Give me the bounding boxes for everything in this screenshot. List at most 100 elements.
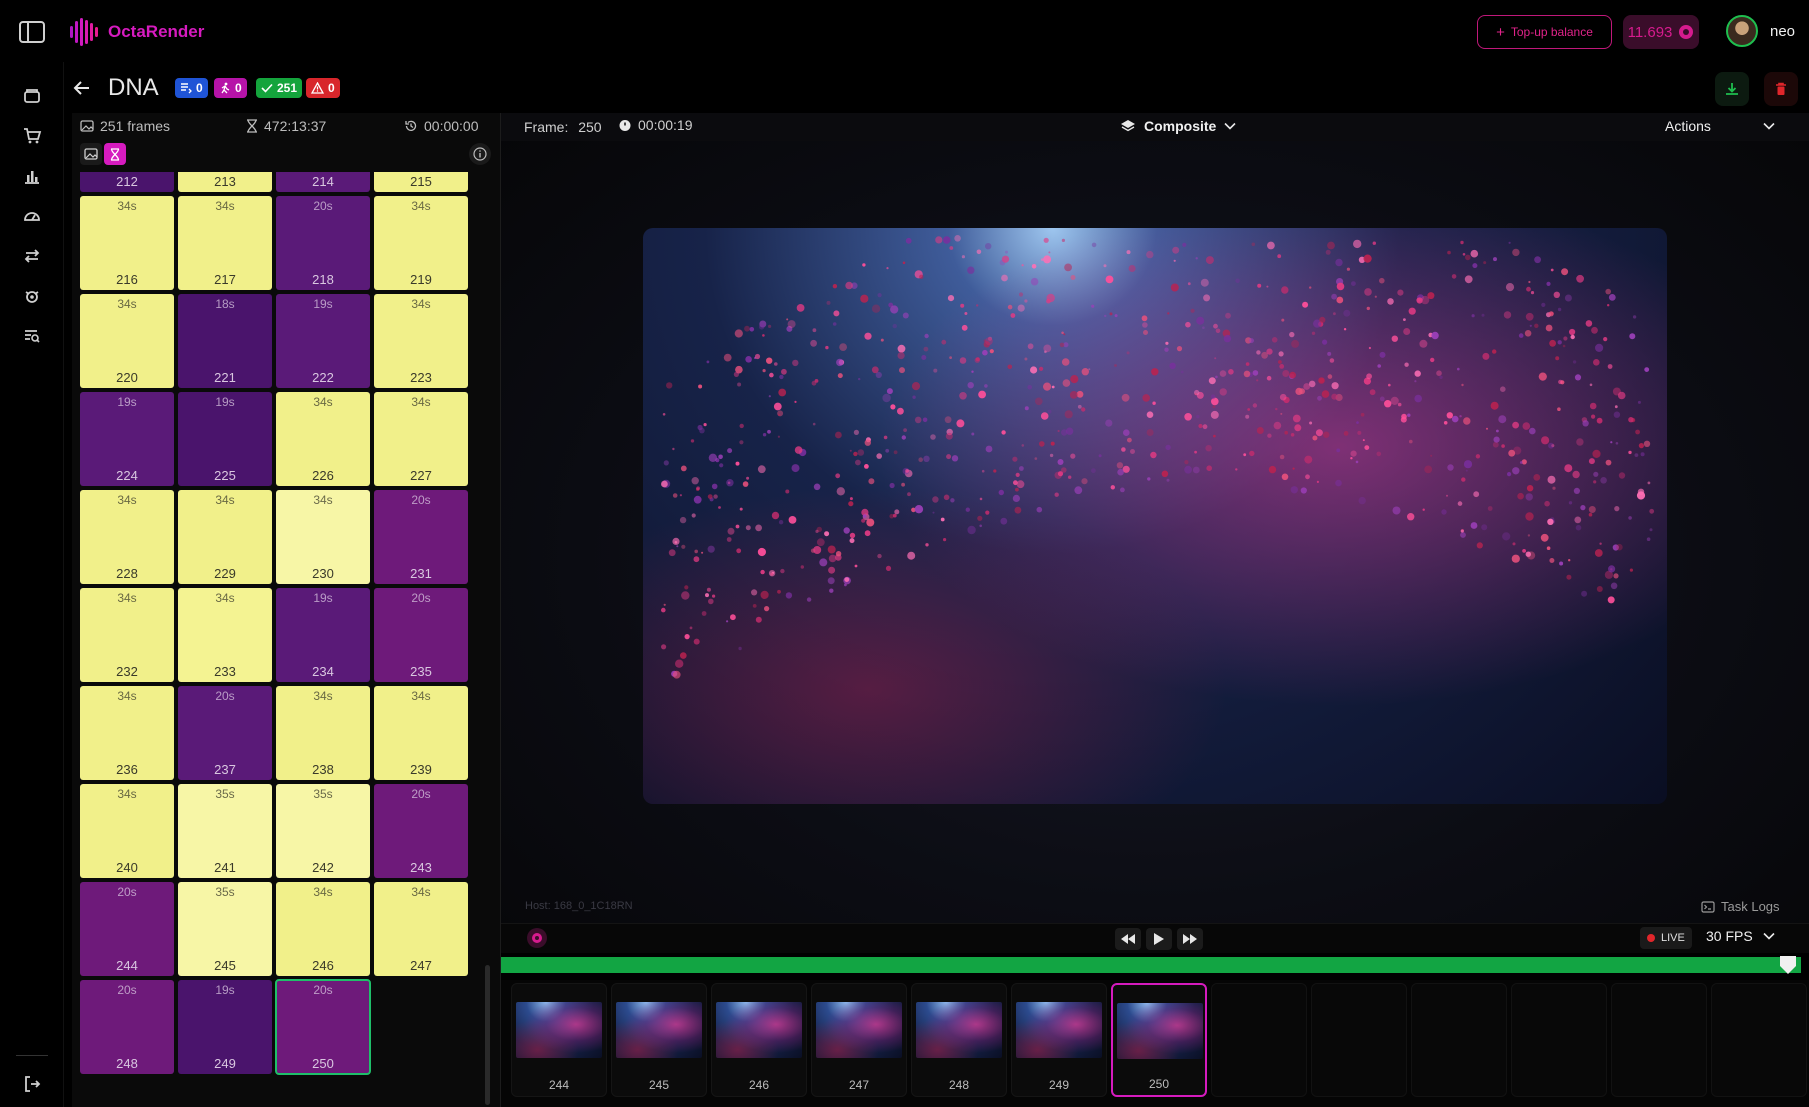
frame-tile[interactable]: 19s 222 bbox=[276, 294, 370, 388]
frame-tile[interactable]: 213 bbox=[178, 172, 272, 192]
frame-tile[interactable]: 20s 244 bbox=[80, 882, 174, 976]
frame-tile[interactable]: 34s 226 bbox=[276, 392, 370, 486]
avatar[interactable] bbox=[1726, 15, 1758, 47]
frame-tile[interactable]: 34s 220 bbox=[80, 294, 174, 388]
frames-grid: 212 213 214 215 34s 216 34s 217 20s 218 34s 219 34s 2… bbox=[80, 172, 468, 1075]
frame-tile[interactable]: 35s 241 bbox=[178, 784, 272, 878]
fps-select[interactable]: 30 FPS bbox=[1706, 928, 1775, 944]
frame-tile-number: 239 bbox=[410, 762, 432, 777]
frame-tile[interactable]: 34s 246 bbox=[276, 882, 370, 976]
frame-tile[interactable]: 19s 249 bbox=[178, 980, 272, 1074]
frame-tile[interactable]: 34s 240 bbox=[80, 784, 174, 878]
dashboard-icon[interactable] bbox=[22, 206, 42, 226]
frame-tile[interactable]: 20s 218 bbox=[276, 196, 370, 290]
frame-tile[interactable]: 20s 248 bbox=[80, 980, 174, 1074]
cart-icon[interactable] bbox=[22, 126, 42, 146]
transfer-icon[interactable] bbox=[22, 246, 42, 266]
time-view-toggle[interactable] bbox=[104, 143, 126, 165]
pass-select[interactable]: Composite bbox=[1120, 118, 1236, 134]
username[interactable]: neo bbox=[1770, 23, 1795, 40]
elapsed-time: 00:00:00 bbox=[424, 118, 479, 134]
frame-tile-duration: 34s bbox=[215, 591, 235, 605]
filmstrip-frame[interactable]: 250 bbox=[1111, 983, 1207, 1097]
rewind-button[interactable] bbox=[1115, 928, 1141, 950]
frame-tile-duration: 34s bbox=[117, 787, 137, 801]
image-view-toggle[interactable] bbox=[80, 143, 102, 165]
filmstrip-frame[interactable]: 245 bbox=[611, 983, 707, 1097]
plus-icon: + bbox=[1496, 23, 1505, 41]
running-badge: 0 bbox=[214, 78, 247, 98]
frame-tile[interactable]: 18s 221 bbox=[178, 294, 272, 388]
frame-tile-number: 217 bbox=[214, 272, 236, 287]
filmstrip-frame[interactable]: 247 bbox=[811, 983, 907, 1097]
topup-balance-button[interactable]: + Top-up balance bbox=[1477, 15, 1612, 49]
frame-tile[interactable]: 34s 229 bbox=[178, 490, 272, 584]
frame-tile-number: 213 bbox=[214, 174, 236, 189]
frame-tile[interactable]: 20s 237 bbox=[178, 686, 272, 780]
logs-search-icon[interactable] bbox=[22, 326, 42, 346]
frame-thumbnail bbox=[616, 1002, 702, 1058]
frame-tile[interactable]: 34s 238 bbox=[276, 686, 370, 780]
frame-tile[interactable]: 20s 250 bbox=[275, 979, 371, 1075]
balance-value: 11.693 bbox=[1627, 23, 1673, 41]
delete-button[interactable] bbox=[1764, 72, 1798, 106]
frame-tile[interactable]: 20s 231 bbox=[374, 490, 468, 584]
frame-tile-number: 228 bbox=[116, 566, 138, 581]
frame-tile[interactable]: 34s 223 bbox=[374, 294, 468, 388]
download-button[interactable] bbox=[1715, 72, 1749, 106]
frame-tile[interactable]: 19s 224 bbox=[80, 392, 174, 486]
frame-tile[interactable]: 19s 234 bbox=[276, 588, 370, 682]
frame-tile[interactable]: 19s 225 bbox=[178, 392, 272, 486]
frame-tile[interactable]: 34s 219 bbox=[374, 196, 468, 290]
timeline-thumb[interactable] bbox=[1778, 954, 1798, 976]
logout-icon[interactable] bbox=[22, 1074, 42, 1094]
live-label: LIVE bbox=[1661, 932, 1685, 944]
frame-tile[interactable]: 35s 245 bbox=[178, 882, 272, 976]
frame-tile[interactable]: 20s 243 bbox=[374, 784, 468, 878]
octane-icon[interactable] bbox=[527, 928, 547, 948]
stats-icon[interactable] bbox=[22, 166, 42, 186]
back-arrow-icon[interactable] bbox=[72, 78, 92, 98]
frame-tile-duration: 20s bbox=[215, 689, 235, 703]
filmstrip-frame[interactable]: 244 bbox=[511, 983, 607, 1097]
render-nodes-icon[interactable] bbox=[22, 286, 42, 306]
sidebar-toggle-icon[interactable] bbox=[18, 20, 46, 44]
task-logs-button[interactable]: Task Logs bbox=[1701, 899, 1780, 914]
play-button[interactable] bbox=[1146, 928, 1172, 950]
frame-tile[interactable]: 34s 236 bbox=[80, 686, 174, 780]
actions-menu[interactable]: Actions bbox=[1665, 118, 1775, 134]
frame-tile-number: 221 bbox=[214, 370, 236, 385]
frame-tile[interactable]: 34s 247 bbox=[374, 882, 468, 976]
frame-tile[interactable]: 34s 227 bbox=[374, 392, 468, 486]
frame-tile-number: 216 bbox=[116, 272, 138, 287]
info-button[interactable] bbox=[469, 143, 491, 165]
filmstrip-frame[interactable]: 248 bbox=[911, 983, 1007, 1097]
live-toggle[interactable]: LIVE bbox=[1640, 927, 1692, 949]
queued-badge: 0 bbox=[175, 78, 208, 98]
frame-tile[interactable]: 34s 230 bbox=[276, 490, 370, 584]
frame-tile-duration: 35s bbox=[215, 787, 235, 801]
frame-tile-number: 242 bbox=[312, 860, 334, 875]
fast-forward-button[interactable] bbox=[1177, 928, 1203, 950]
frame-tile-number: 220 bbox=[116, 370, 138, 385]
frame-tile[interactable]: 215 bbox=[374, 172, 468, 192]
frame-tile[interactable]: 34s 228 bbox=[80, 490, 174, 584]
balance-badge[interactable]: 11.693 bbox=[1623, 15, 1699, 49]
frame-tile-duration: 20s bbox=[117, 885, 137, 899]
frame-tile[interactable]: 212 bbox=[80, 172, 174, 192]
projects-icon[interactable] bbox=[22, 86, 42, 106]
frame-tile[interactable]: 20s 235 bbox=[374, 588, 468, 682]
frames-scrollbar[interactable] bbox=[485, 965, 490, 1105]
frame-tile[interactable]: 34s 239 bbox=[374, 686, 468, 780]
frame-tile[interactable]: 34s 232 bbox=[80, 588, 174, 682]
frame-tile[interactable]: 35s 242 bbox=[276, 784, 370, 878]
frame-tile[interactable]: 34s 233 bbox=[178, 588, 272, 682]
frame-tile[interactable]: 34s 217 bbox=[178, 196, 272, 290]
frame-tile[interactable]: 214 bbox=[276, 172, 370, 192]
frame-tile[interactable]: 34s 216 bbox=[80, 196, 174, 290]
filmstrip-frame[interactable]: 249 bbox=[1011, 983, 1107, 1097]
timeline-scrubber[interactable] bbox=[501, 957, 1801, 973]
frame-tile-number: 250 bbox=[312, 1056, 334, 1071]
frame-tile-number: 243 bbox=[410, 860, 432, 875]
filmstrip-frame[interactable]: 246 bbox=[711, 983, 807, 1097]
